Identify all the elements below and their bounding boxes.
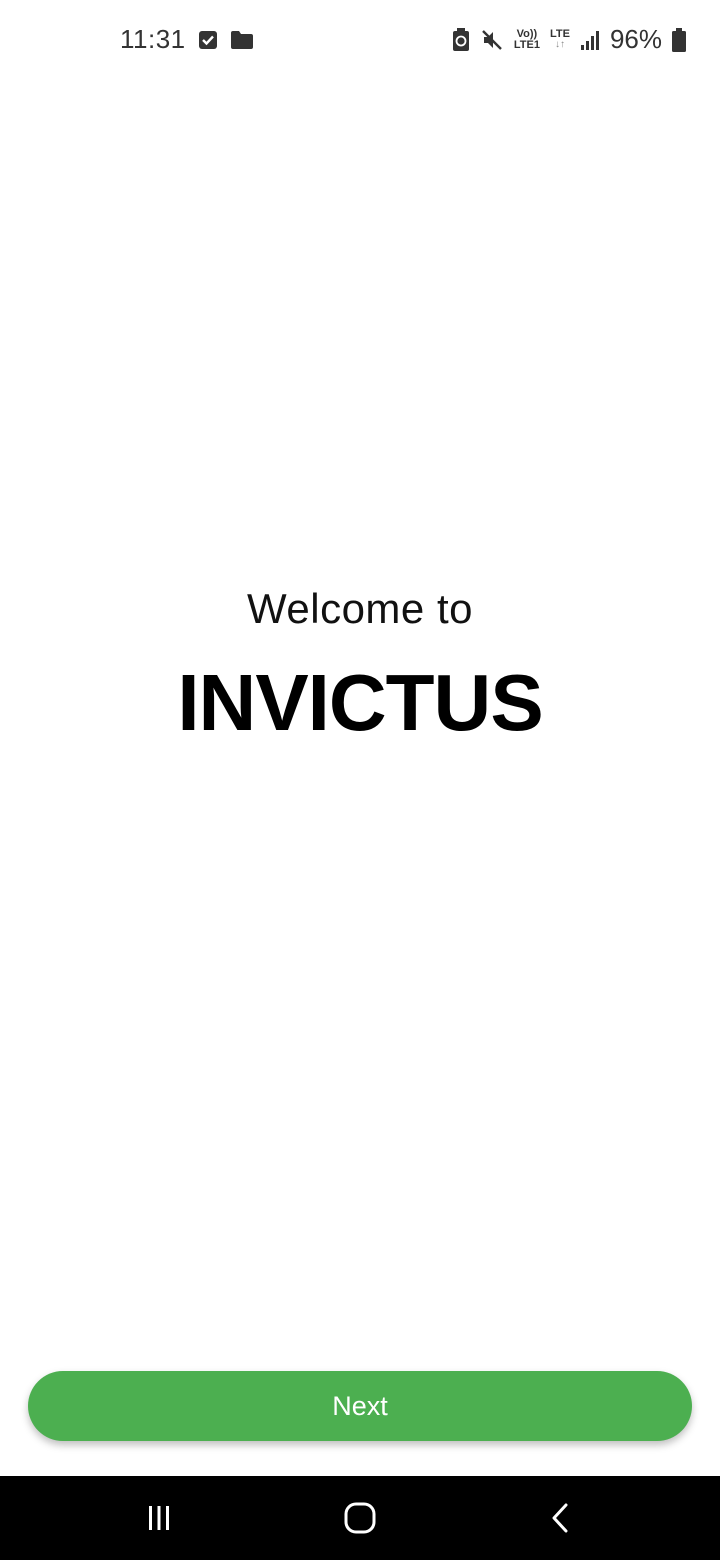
lte-indicator: LTE ↓↑ [550,29,570,50]
navigation-bar [0,1476,720,1560]
signal-icon [580,29,600,51]
status-time: 11:31 [120,24,186,54]
welcome-section: Welcome to INVICTUS [0,580,720,748]
home-icon [343,1501,377,1535]
back-button[interactable] [541,1498,581,1538]
status-left: 11:31 [120,24,254,55]
lte1-label: LTE1 [513,38,540,51]
app-name-title: INVICTUS [177,658,543,747]
battery-icon [672,27,686,52]
volte-indicator: Vo)) LTE1 [513,27,540,51]
mute-icon [480,28,504,52]
home-button[interactable] [340,1498,380,1538]
battery-saver-icon [452,27,470,52]
status-right: Vo)) LTE1 LTE ↓↑ 96% [452,24,686,55]
folder-icon [230,30,254,50]
checkbox-icon [198,30,218,50]
next-button-label: Next [332,1390,388,1421]
recent-apps-icon [144,1503,174,1533]
back-icon [546,1503,576,1533]
data-arrows: ↓↑ [554,39,565,50]
status-bar: 11:31 Vo)) LTE1 LTE ↓↑ 96% [0,0,720,84]
battery-percent: 96% [609,24,662,54]
volte-label: Vo)) [516,27,538,40]
recent-apps-button[interactable] [139,1498,179,1538]
next-button[interactable]: Next [28,1371,692,1441]
welcome-subtitle: Welcome to [247,585,473,632]
